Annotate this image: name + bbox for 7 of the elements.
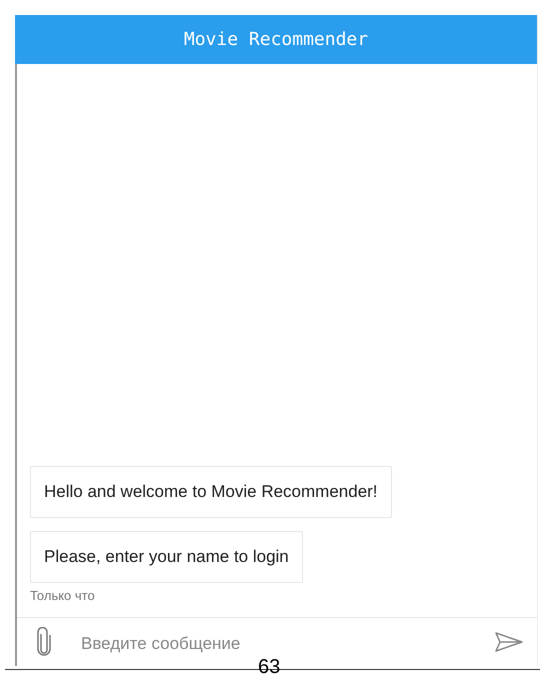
timestamp: Только что [30,588,95,603]
send-icon[interactable] [495,632,523,652]
message-field[interactable]: Введите сообщение [81,630,465,654]
message-bubble: Please, enter your name to login [30,531,303,583]
message-bubble: Hello and welcome to Movie Recommender! [30,466,392,518]
paperclip-icon[interactable] [37,627,51,657]
window-title: Movie Recommender [15,15,537,64]
